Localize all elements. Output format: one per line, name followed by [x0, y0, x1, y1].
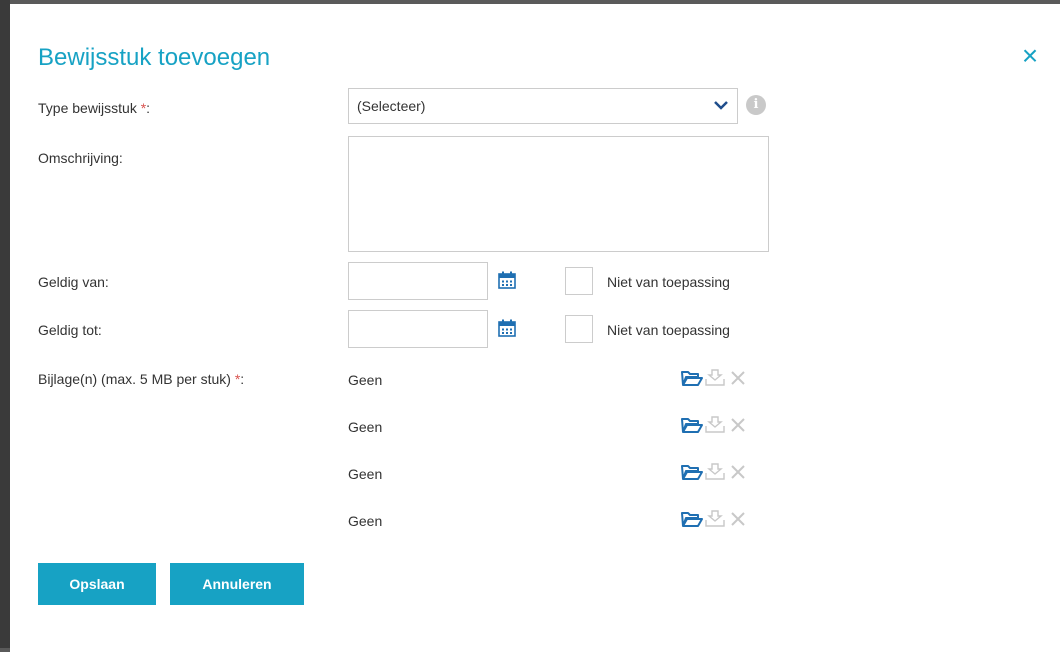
attachment-filename: Geen	[348, 372, 383, 388]
valid-from-input[interactable]	[348, 262, 488, 300]
folder-open-icon[interactable]	[681, 416, 703, 436]
valid-to-not-applicable-label: Niet van toepassing	[607, 322, 730, 338]
attachment-filename: Geen	[348, 419, 383, 435]
calendar-icon[interactable]	[497, 318, 517, 338]
valid-from-label: Geldig van:	[38, 274, 109, 290]
description-field[interactable]	[348, 136, 769, 252]
download-icon	[705, 463, 725, 483]
type-label: Type bewijsstuk *:	[38, 100, 151, 116]
delete-icon	[729, 416, 749, 436]
delete-icon	[729, 369, 749, 389]
delete-icon	[729, 463, 749, 483]
valid-from-not-applicable-label: Niet van toepassing	[607, 274, 730, 290]
attachment-filename: Geen	[348, 466, 383, 482]
attachment-filename: Geen	[348, 513, 383, 529]
attachments-label: Bijlage(n) (max. 5 MB per stuk) *:	[38, 371, 245, 387]
delete-icon	[729, 510, 749, 530]
folder-open-icon[interactable]	[681, 463, 703, 483]
dialog-title: Bewijsstuk toevoegen	[38, 44, 271, 71]
cancel-button[interactable]: Annuleren	[170, 563, 304, 605]
valid-from-not-applicable-checkbox[interactable]	[565, 267, 593, 295]
type-select[interactable]: (Selecteer)	[348, 88, 738, 124]
valid-to-label: Geldig tot:	[38, 322, 102, 338]
calendar-icon[interactable]	[497, 270, 517, 290]
description-label: Omschrijving:	[38, 150, 123, 166]
folder-open-icon[interactable]	[681, 510, 703, 530]
download-icon	[705, 510, 725, 530]
add-evidence-dialog: Bewijsstuk toevoegen × Type bewijsstuk *…	[10, 4, 1060, 652]
type-select-value: (Selecteer)	[357, 98, 426, 114]
download-icon	[705, 369, 725, 389]
backdrop	[0, 0, 10, 648]
save-button[interactable]: Opslaan	[38, 563, 156, 605]
download-icon	[705, 416, 725, 436]
chevron-down-icon	[714, 101, 728, 110]
close-icon[interactable]: ×	[1018, 42, 1042, 70]
info-icon[interactable]: i	[746, 95, 766, 115]
valid-to-not-applicable-checkbox[interactable]	[565, 315, 593, 343]
valid-to-input[interactable]	[348, 310, 488, 348]
folder-open-icon[interactable]	[681, 369, 703, 389]
